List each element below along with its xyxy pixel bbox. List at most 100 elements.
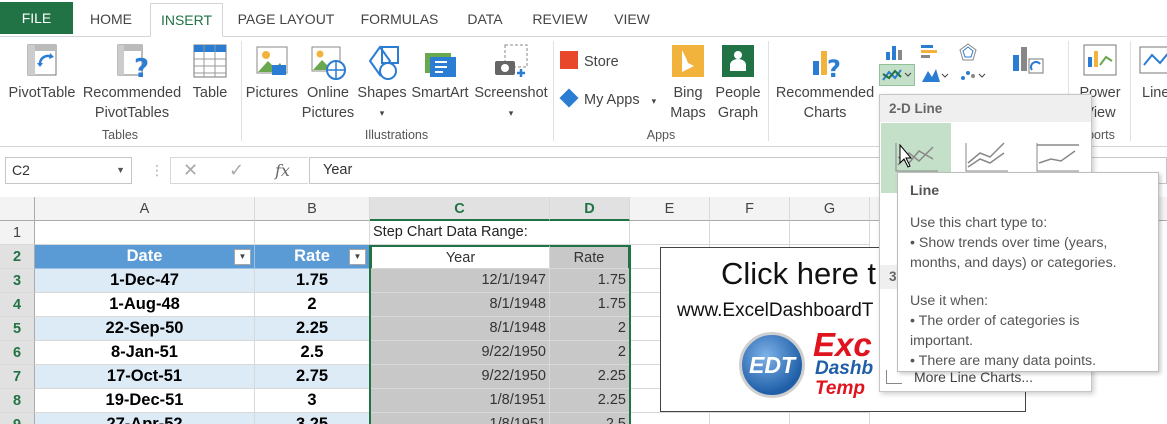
pie-chart-icon[interactable] bbox=[919, 65, 949, 85]
store-button[interactable]: Store bbox=[560, 51, 632, 72]
table-cell-rate[interactable]: 2.25 bbox=[255, 317, 370, 341]
table-header-rate[interactable]: Rate ▼ bbox=[255, 245, 370, 269]
my-apps-button[interactable]: My Apps ▾ bbox=[559, 88, 670, 111]
column-header-e[interactable]: E bbox=[630, 197, 710, 221]
cell-c2[interactable]: Year bbox=[370, 245, 550, 269]
range-cell-year[interactable]: 12/1/1947 bbox=[370, 269, 550, 293]
range-cell-rate[interactable]: 2 bbox=[550, 341, 630, 365]
online-pictures-button[interactable]: Online Pictures bbox=[300, 37, 356, 123]
banner-url[interactable]: www.ExcelDashboardT bbox=[677, 300, 873, 322]
range-cell-rate[interactable]: 1.75 bbox=[550, 293, 630, 317]
enter-icon[interactable]: ✓ bbox=[229, 160, 244, 181]
table-cell-rate[interactable]: 3.25 bbox=[255, 413, 370, 424]
table-cell-rate[interactable]: 2.5 bbox=[255, 341, 370, 365]
bing-maps-icon bbox=[672, 45, 704, 77]
tab-insert[interactable]: INSERT bbox=[150, 3, 223, 37]
formula-buttons: ✕ ✓ fx bbox=[170, 157, 308, 184]
table-button[interactable]: Table bbox=[186, 37, 234, 103]
column-header-g[interactable]: G bbox=[790, 197, 870, 221]
grid-cell[interactable] bbox=[710, 413, 790, 424]
table-cell-rate[interactable]: 2 bbox=[255, 293, 370, 317]
table-cell-date[interactable]: 8-Jan-51 bbox=[35, 341, 255, 365]
grid-cell[interactable] bbox=[790, 221, 870, 245]
pivotchart-button[interactable] bbox=[994, 37, 1060, 83]
table-cell-date[interactable]: 17-Oct-51 bbox=[35, 365, 255, 389]
table-cell-date[interactable]: 19-Dec-51 bbox=[35, 389, 255, 413]
tab-view[interactable]: VIEW bbox=[604, 3, 660, 37]
range-cell-year[interactable]: 8/1/1948 bbox=[370, 293, 550, 317]
column-header-b[interactable]: B bbox=[255, 197, 370, 221]
grid-cell[interactable] bbox=[790, 413, 870, 424]
tab-home[interactable]: HOME bbox=[78, 3, 144, 37]
range-cell-rate[interactable]: 2.25 bbox=[550, 365, 630, 389]
row-header[interactable]: 9 bbox=[0, 413, 35, 424]
pictures-button[interactable]: Pictures bbox=[244, 37, 300, 103]
insert-function-icon[interactable]: fx bbox=[275, 161, 290, 180]
table-cell-rate[interactable]: 2.75 bbox=[255, 365, 370, 389]
name-box[interactable]: C2 ▼ bbox=[5, 157, 132, 184]
range-cell-rate[interactable]: 2 bbox=[550, 317, 630, 341]
bar-chart-icon[interactable] bbox=[919, 42, 941, 62]
table-cell-rate[interactable]: 1.75 bbox=[255, 269, 370, 293]
table-cell-date[interactable]: 1-Aug-48 bbox=[35, 293, 255, 317]
recommended-pivottables-button[interactable]: ? Recommended PivotTables bbox=[82, 37, 182, 123]
table-cell-rate[interactable]: 3 bbox=[255, 389, 370, 413]
group-label-illustrations: Illustrations bbox=[364, 128, 429, 142]
pivottable-button[interactable]: PivotTable bbox=[4, 37, 80, 103]
cell-b1[interactable] bbox=[255, 221, 370, 245]
sparkline-line-button[interactable]: Line bbox=[1134, 37, 1167, 103]
row-header[interactable]: 6 bbox=[0, 341, 35, 365]
table-cell-date[interactable]: 22-Sep-50 bbox=[35, 317, 255, 341]
filter-dropdown-icon[interactable]: ▼ bbox=[349, 249, 366, 265]
range-cell-year[interactable]: 1/8/1951 bbox=[370, 389, 550, 413]
range-cell-year[interactable]: 9/22/1950 bbox=[370, 341, 550, 365]
range-cell-year[interactable]: 9/22/1950 bbox=[370, 365, 550, 389]
row-header[interactable]: 5 bbox=[0, 317, 35, 341]
range-cell-rate[interactable]: 2.5 bbox=[550, 413, 630, 424]
filter-dropdown-icon[interactable]: ▼ bbox=[234, 249, 251, 265]
shapes-button[interactable]: Shapes ▾ bbox=[356, 37, 408, 123]
cell-c1[interactable]: Step Chart Data Range: bbox=[370, 221, 630, 245]
tab-review[interactable]: REVIEW bbox=[522, 3, 598, 37]
row-header[interactable]: 8 bbox=[0, 389, 35, 413]
range-cell-year[interactable]: 8/1/1948 bbox=[370, 317, 550, 341]
cell-a1[interactable] bbox=[35, 221, 255, 245]
range-cell-rate[interactable]: 2.25 bbox=[550, 389, 630, 413]
cell-d2[interactable]: Rate bbox=[550, 245, 630, 269]
tab-file[interactable]: FILE bbox=[0, 2, 73, 34]
select-all-corner[interactable] bbox=[0, 197, 35, 221]
tab-page-layout[interactable]: PAGE LAYOUT bbox=[229, 3, 343, 37]
recommended-pivottables-icon: ? bbox=[117, 44, 149, 83]
grid-cell[interactable] bbox=[630, 413, 710, 424]
smartart-button[interactable]: SmartArt bbox=[408, 37, 472, 103]
online-pictures-icon bbox=[311, 46, 346, 80]
recommended-charts-button[interactable]: ? Recommended Charts bbox=[774, 37, 876, 123]
column-header-f[interactable]: F bbox=[710, 197, 790, 221]
row-header[interactable]: 3 bbox=[0, 269, 35, 293]
table-cell-date[interactable]: 1-Dec-47 bbox=[35, 269, 255, 293]
cancel-icon[interactable]: ✕ bbox=[183, 160, 198, 181]
table-header-date[interactable]: Date ▼ bbox=[35, 245, 255, 269]
row-header[interactable]: 2 bbox=[0, 245, 35, 269]
column-header-a[interactable]: A bbox=[35, 197, 255, 221]
column-header-c[interactable]: C bbox=[370, 197, 550, 221]
table-cell-date[interactable]: 27-Apr-52 bbox=[35, 413, 255, 424]
column-header-d[interactable]: D bbox=[550, 197, 630, 221]
grid-cell[interactable] bbox=[630, 221, 710, 245]
line-chart-dropdown-button[interactable] bbox=[879, 64, 915, 86]
radar-chart-icon[interactable] bbox=[957, 42, 979, 62]
row-header[interactable]: 7 bbox=[0, 365, 35, 389]
pivotchart-icon bbox=[1013, 47, 1044, 74]
people-graph-button[interactable]: People Graph bbox=[711, 37, 765, 123]
tab-formulas[interactable]: FORMULAS bbox=[352, 3, 447, 37]
row-header[interactable]: 1 bbox=[0, 221, 35, 245]
row-header[interactable]: 4 bbox=[0, 293, 35, 317]
scatter-chart-icon[interactable] bbox=[957, 65, 987, 85]
screenshot-button[interactable]: Screenshot ▾ bbox=[472, 37, 550, 123]
column-chart-icon[interactable] bbox=[884, 42, 904, 62]
range-cell-year[interactable]: 1/8/1951 bbox=[370, 413, 550, 424]
bing-maps-button[interactable]: Bing Maps bbox=[667, 37, 709, 123]
grid-cell[interactable] bbox=[710, 221, 790, 245]
range-cell-rate[interactable]: 1.75 bbox=[550, 269, 630, 293]
tab-data[interactable]: DATA bbox=[456, 3, 514, 37]
